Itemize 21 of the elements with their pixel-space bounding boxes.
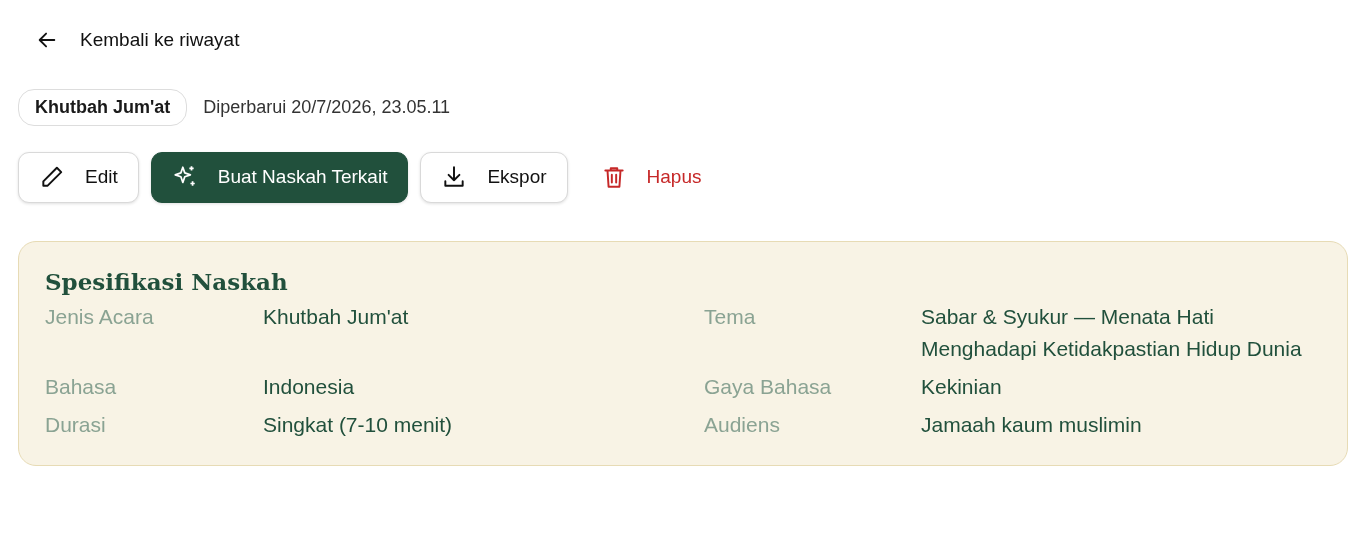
card-title: Spesifikasi Naskah (45, 267, 289, 296)
field-value: Singkat (7-10 menit) (263, 412, 454, 439)
edit-button[interactable]: Edit (18, 151, 139, 203)
field-label: Audiens (704, 412, 781, 439)
field-label: Bahasa (45, 374, 118, 401)
updated-timestamp: Diperbarui 20/7/2026, 23.05.11 (203, 95, 451, 119)
field-value: Sabar & Syukur — Menata Hati Menghadapi Ketidakpastian Hidup Dunia (921, 304, 1303, 363)
field-label: Gaya Bahasa (704, 374, 833, 401)
field-value: Kekinian (921, 374, 1003, 401)
field-value: Jamaah kaum muslimin (921, 412, 1143, 439)
category-tag: Khutbah Jum'at (18, 88, 188, 126)
field-value: Indonesia (263, 374, 356, 401)
delete-button[interactable]: Hapus (579, 151, 723, 203)
field-value: Khutbah Jum'at (263, 304, 410, 331)
pencil-icon (39, 164, 65, 190)
back-link[interactable]: Kembali ke riwayat (18, 22, 258, 59)
field-label: Durasi (45, 412, 107, 439)
field-label: Jenis Acara (45, 304, 155, 331)
export-button[interactable]: Ekspor (420, 151, 568, 203)
generate-button[interactable]: Buat Naskah Terkait (150, 151, 409, 203)
field-label: Tema (704, 304, 757, 331)
